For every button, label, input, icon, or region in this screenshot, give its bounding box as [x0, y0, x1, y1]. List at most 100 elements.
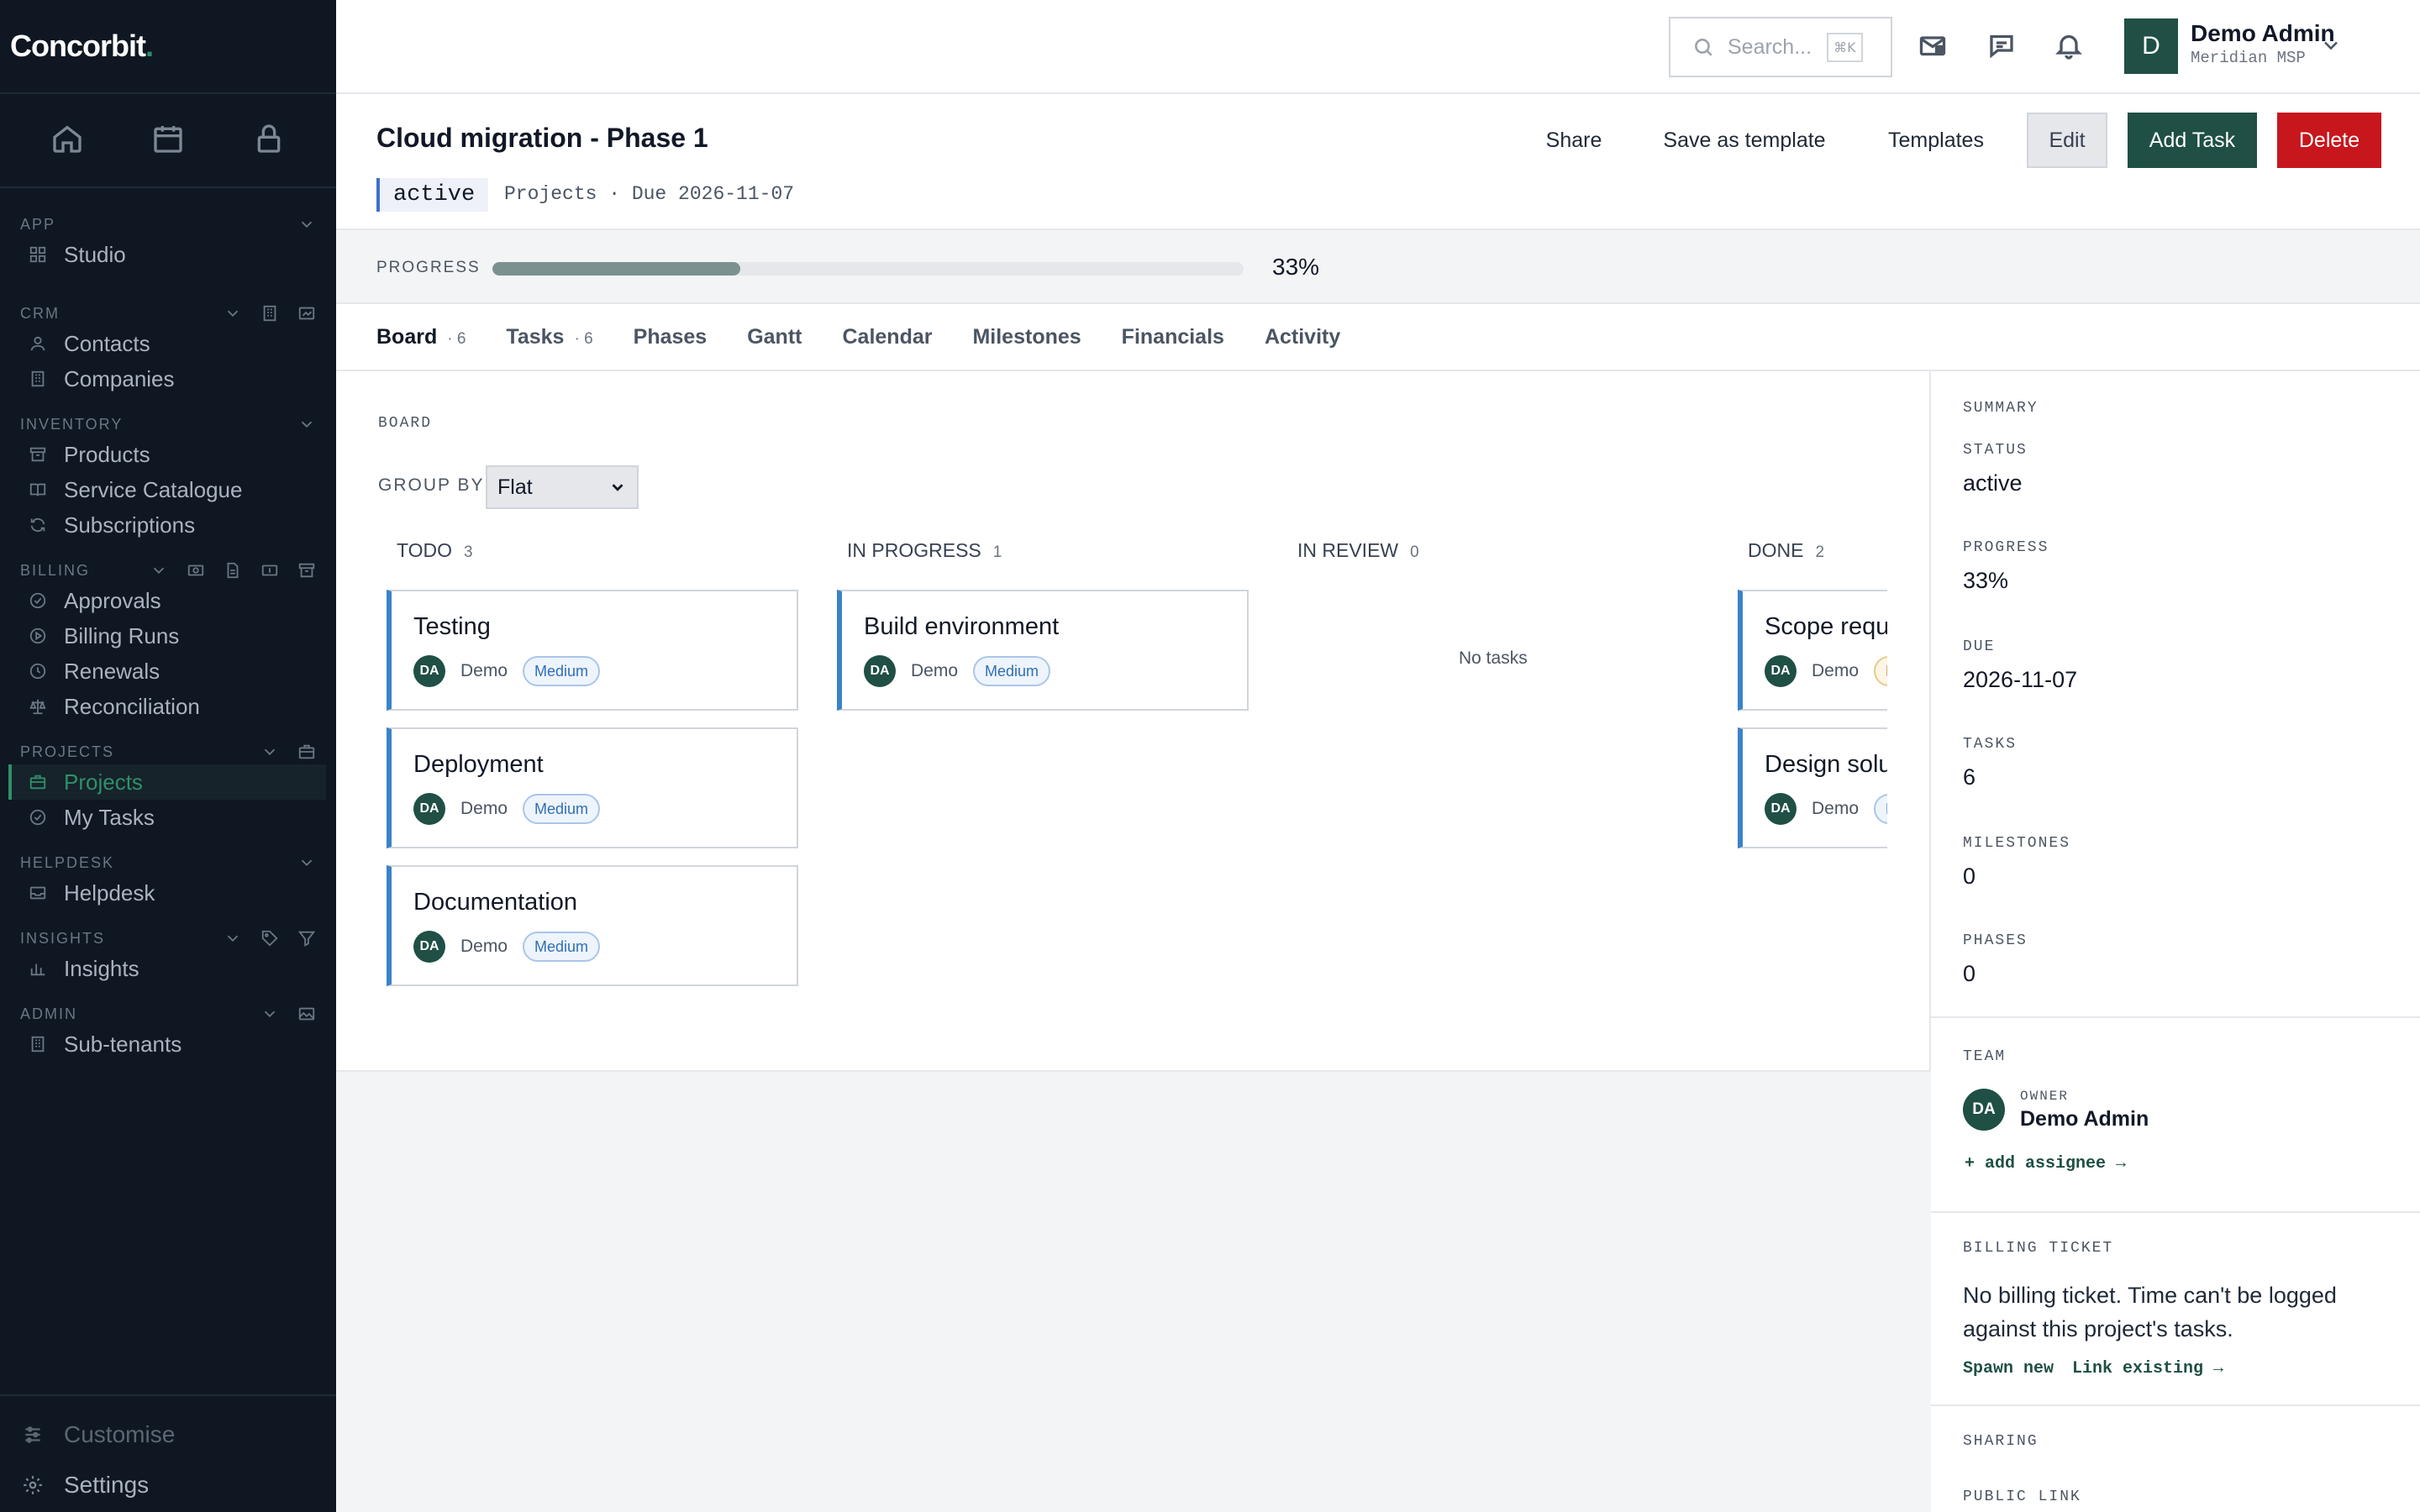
- progress-percent: 33%: [1272, 254, 1320, 280]
- sidebar-item-studio[interactable]: Studio: [8, 237, 326, 272]
- sidebar-item-products[interactable]: Products: [8, 437, 326, 472]
- task-owner: Demo: [460, 661, 508, 680]
- sidebar-item-service-catalogue[interactable]: Service Catalogue: [8, 472, 326, 507]
- sidebar-item-subscriptions[interactable]: Subscriptions: [8, 507, 326, 543]
- user-name[interactable]: Demo Admin: [2191, 20, 2335, 47]
- sidebar-item-reconciliation[interactable]: Reconciliation: [8, 689, 326, 724]
- tab-calendar[interactable]: Calendar: [842, 325, 932, 349]
- chevron-down-icon[interactable]: [2319, 34, 2343, 61]
- tab-gantt[interactable]: Gantt: [747, 325, 802, 349]
- briefcase-icon[interactable]: [297, 743, 316, 761]
- sidebar-item-insights[interactable]: Insights: [8, 951, 326, 986]
- tab-tasks[interactable]: Tasks · 6: [506, 325, 592, 349]
- sidebar-item-approvals[interactable]: Approvals: [8, 583, 326, 618]
- chevron-down-icon[interactable]: [224, 929, 242, 948]
- column-title: IN REVIEW: [1297, 539, 1399, 561]
- edit-button[interactable]: Edit: [2027, 113, 2107, 168]
- inbox-icon: [29, 886, 46, 900]
- section-label: APP: [20, 215, 56, 233]
- building-icon[interactable]: [260, 304, 279, 323]
- bell-icon[interactable]: [2054, 30, 2087, 64]
- share-button[interactable]: Share: [1529, 113, 1618, 168]
- sidebar-item-projects[interactable]: Projects: [8, 764, 326, 800]
- add-assignee-link[interactable]: + add assignee →: [1965, 1154, 2126, 1173]
- brand-logo[interactable]: Concorbit.: [0, 0, 336, 94]
- calendar-icon[interactable]: [151, 122, 185, 160]
- chat-icon[interactable]: [1986, 30, 2020, 64]
- chevron-down-icon[interactable]: [260, 743, 279, 761]
- task-card[interactable]: Documentation DA Demo Medium: [387, 865, 798, 986]
- task-owner: Demo: [460, 937, 508, 956]
- add-task-button[interactable]: Add Task: [2128, 113, 2257, 168]
- column-count: 1: [992, 543, 1002, 561]
- search-input[interactable]: Search... ⌘K: [1669, 17, 1892, 77]
- image-icon[interactable]: [297, 1005, 316, 1023]
- chevron-down-icon[interactable]: [224, 304, 242, 323]
- section-projects[interactable]: PROJECTS: [0, 739, 336, 764]
- filter-icon[interactable]: [297, 929, 316, 948]
- customise-label: Customise: [64, 1421, 176, 1447]
- section-admin[interactable]: ADMIN: [0, 1001, 336, 1026]
- mail-icon[interactable]: [1918, 30, 1951, 64]
- tab-activity[interactable]: Activity: [1265, 325, 1340, 349]
- task-card[interactable]: Testing DA Demo Medium: [387, 590, 798, 711]
- spawn-new-link[interactable]: Spawn new: [1963, 1359, 2054, 1378]
- top-bar: Search... ⌘K D Demo Admin Meridian MSP: [336, 0, 2420, 94]
- brand-name: Concorbit: [10, 29, 146, 63]
- group-by-select[interactable]: Flat: [486, 465, 639, 509]
- task-card[interactable]: Scope requ DA Demo H: [1738, 590, 1887, 711]
- chevron-down-icon[interactable]: [297, 215, 316, 234]
- section-label: BILLING: [20, 561, 91, 579]
- chevron-down-icon[interactable]: [297, 853, 316, 872]
- money-icon[interactable]: [187, 561, 205, 580]
- save-as-template-button[interactable]: Save as template: [1652, 113, 1837, 168]
- tab-milestones[interactable]: Milestones: [972, 325, 1081, 349]
- chevron-down-icon[interactable]: [297, 415, 316, 433]
- task-card[interactable]: Deployment DA Demo Medium: [387, 727, 798, 848]
- sidebar-item-contacts[interactable]: Contacts: [8, 326, 326, 361]
- settings-button[interactable]: Settings: [0, 1460, 336, 1510]
- task-card[interactable]: Design solu DA Demo M: [1738, 727, 1887, 848]
- chevron-down-icon[interactable]: [260, 1005, 279, 1023]
- avatar[interactable]: D: [2124, 18, 2178, 74]
- gear-icon: [24, 1476, 42, 1494]
- play-circle-icon: [29, 627, 46, 644]
- home-icon[interactable]: [50, 122, 84, 160]
- section-insights[interactable]: INSIGHTS: [0, 926, 336, 951]
- archive-icon[interactable]: [297, 561, 316, 580]
- section-crm[interactable]: CRM: [0, 301, 336, 326]
- task-card[interactable]: Build environment DA Demo Medium: [837, 590, 1249, 711]
- sidebar-item-my-tasks[interactable]: My Tasks: [8, 800, 326, 835]
- briefcase-icon: [29, 774, 46, 790]
- chevron-down-icon: [612, 484, 623, 491]
- sidebar-item-label: Subscriptions: [64, 512, 196, 538]
- tasks-label: TASKS: [1963, 736, 2018, 753]
- templates-button[interactable]: Templates: [1864, 113, 2008, 168]
- tag-icon[interactable]: [260, 929, 279, 948]
- sidebar-item-label: Helpdesk: [64, 879, 155, 906]
- section-app[interactable]: APP: [0, 212, 336, 237]
- lock-icon[interactable]: [252, 122, 286, 160]
- tab-phases[interactable]: Phases: [634, 325, 708, 349]
- card-icon[interactable]: [297, 304, 316, 323]
- customise-button[interactable]: Customise: [0, 1410, 336, 1460]
- delete-button[interactable]: Delete: [2277, 113, 2381, 168]
- sidebar-item-helpdesk[interactable]: Helpdesk: [8, 875, 326, 911]
- column-header: TODO 3: [385, 539, 798, 573]
- sidebar-item-companies[interactable]: Companies: [8, 361, 326, 396]
- priority-badge: Medium: [523, 656, 601, 686]
- section-billing[interactable]: BILLING: [0, 558, 336, 583]
- document-icon[interactable]: [224, 561, 242, 580]
- sidebar-item-renewals[interactable]: Renewals: [8, 654, 326, 689]
- sidebar-item-sub-tenants[interactable]: Sub-tenants: [8, 1026, 326, 1062]
- task-meta: DA Demo Medium: [413, 655, 601, 687]
- section-inventory[interactable]: INVENTORY: [0, 412, 336, 437]
- sidebar-item-billing-runs[interactable]: Billing Runs: [8, 618, 326, 654]
- tab-board[interactable]: Board · 6: [376, 325, 466, 349]
- chevron-down-icon[interactable]: [150, 561, 168, 580]
- cash-icon[interactable]: [260, 561, 279, 580]
- link-existing-link[interactable]: Link existing →: [2072, 1359, 2223, 1378]
- tab-financials[interactable]: Financials: [1122, 325, 1224, 349]
- section-helpdesk[interactable]: HELPDESK: [0, 850, 336, 875]
- summary-section: SUMMARY STATUS active PROGRESS 33% DUE 2…: [1931, 371, 2420, 1018]
